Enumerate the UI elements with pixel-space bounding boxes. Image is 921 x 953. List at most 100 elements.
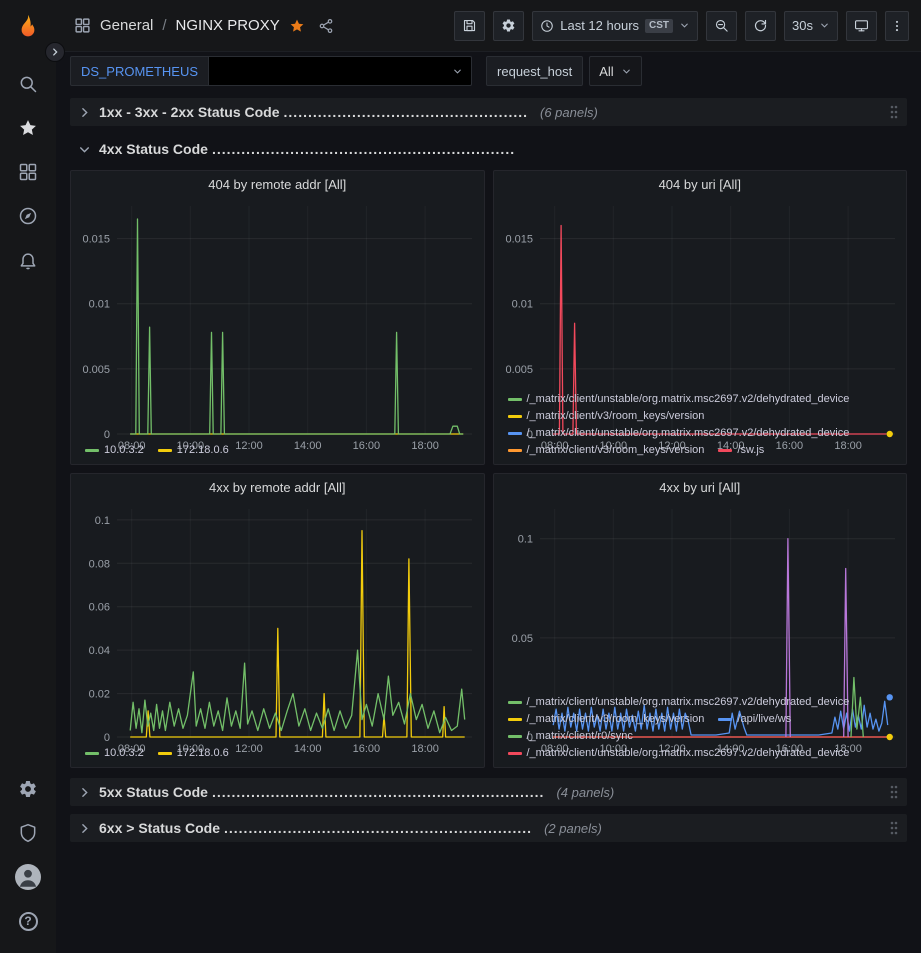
timeseries-chart[interactable]: 08:0010:0012:0014:0016:0018:0000.020.040…: [71, 501, 484, 745]
legend-item[interactable]: /_matrix/client/unstable/org.matrix.msc2…: [508, 747, 850, 759]
search-icon[interactable]: [6, 62, 50, 106]
panel-404-by-remote-addr: 404 by remote addr [All] 08:0010:0012:00…: [70, 170, 485, 465]
panel-title[interactable]: 404 by remote addr [All]: [71, 171, 484, 198]
svg-text:0.01: 0.01: [511, 299, 532, 311]
tv-mode-button[interactable]: [846, 11, 877, 41]
legend-item[interactable]: /_matrix/client/r0/sync: [508, 730, 633, 742]
zoom-out-button[interactable]: [706, 11, 737, 41]
chart-legend: 10.0.3.2 172.18.0.6: [71, 745, 484, 767]
row-1xx-3xx-2xx[interactable]: 1xx - 3xx - 2xx Status Code ............…: [70, 98, 907, 126]
dashboards-icon[interactable]: [6, 150, 50, 194]
svg-text:0.04: 0.04: [89, 645, 110, 657]
sidebar: ?: [0, 0, 56, 953]
legend-label: /_matrix/client/v3/room_keys/version: [527, 410, 705, 422]
panel-title[interactable]: 4xx by remote addr [All]: [71, 474, 484, 501]
request-host-variable-label: request_host: [486, 56, 583, 86]
svg-text:0.02: 0.02: [89, 689, 110, 701]
legend-label: /_matrix/client/v3/room_keys/version: [527, 713, 705, 725]
row-title: 6xx > Status Code: [99, 820, 220, 836]
legend-item[interactable]: 10.0.3.2: [85, 747, 144, 759]
timeseries-chart[interactable]: 08:0010:0012:0014:0016:0018:0000.0050.01…: [71, 198, 484, 442]
legend-item[interactable]: /_matrix/client/unstable/org.matrix.msc2…: [508, 427, 850, 439]
series-color-marker: [508, 701, 522, 704]
svg-text:0.015: 0.015: [505, 234, 533, 246]
row-title-leader: ........................................…: [224, 820, 532, 836]
row-title: 5xx Status Code: [99, 784, 208, 800]
row-drag-handle[interactable]: [889, 784, 899, 800]
time-range-picker[interactable]: Last 12 hours CST: [532, 11, 698, 41]
user-avatar[interactable]: [6, 855, 50, 899]
alerting-bell-icon[interactable]: [6, 238, 50, 282]
apps-grid-icon: [74, 17, 91, 34]
series-color-marker: [718, 718, 732, 721]
panel-title[interactable]: 404 by uri [All]: [494, 171, 907, 198]
row-drag-handle[interactable]: [889, 104, 899, 120]
legend-label: /_matrix/client/r0/sync: [527, 730, 633, 742]
legend-item[interactable]: /api/live/ws: [718, 713, 791, 725]
timeseries-chart[interactable]: 08:0010:0012:0014:0016:0018:0000.050.1: [494, 501, 907, 694]
dashboard-settings-button[interactable]: [493, 11, 524, 41]
series-color-marker: [158, 449, 172, 452]
legend-label: /_matrix/client/v3/room_keys/version: [527, 444, 705, 456]
legend-label: /_matrix/client/unstable/org.matrix.msc2…: [527, 393, 850, 405]
explore-compass-icon[interactable]: [6, 194, 50, 238]
series-color-marker: [85, 752, 99, 755]
timezone-badge: CST: [645, 19, 673, 33]
breadcrumb-folder[interactable]: General: [100, 17, 153, 34]
panel-title[interactable]: 4xx by uri [All]: [494, 474, 907, 501]
favorite-star-icon[interactable]: [289, 18, 305, 34]
svg-text:0: 0: [104, 732, 110, 744]
panel-404-by-uri: 404 by uri [All] 08:0010:0012:0014:0016:…: [493, 170, 908, 465]
legend-item[interactable]: /_matrix/client/v3/room_keys/version: [508, 713, 705, 725]
breadcrumb: General / NGINX PROXY: [74, 17, 334, 34]
legend-item[interactable]: /_matrix/client/unstable/org.matrix.msc2…: [508, 696, 850, 708]
series-color-marker: [85, 449, 99, 452]
series-color-marker: [508, 415, 522, 418]
legend-item[interactable]: /_matrix/client/unstable/org.matrix.msc2…: [508, 393, 850, 405]
request-host-variable-select[interactable]: All: [589, 56, 641, 86]
row-5xx[interactable]: 5xx Status Code ........................…: [70, 778, 907, 806]
chart-svg: 08:0010:0012:0014:0016:0018:0000.0050.01…: [71, 198, 484, 454]
sidebar-expand-toggle[interactable]: [45, 42, 65, 62]
server-admin-shield-icon[interactable]: [6, 811, 50, 855]
legend-item[interactable]: 172.18.0.6: [158, 747, 229, 759]
refresh-button[interactable]: [745, 11, 776, 41]
legend-item[interactable]: 10.0.3.2: [85, 444, 144, 456]
series-color-marker: [158, 752, 172, 755]
legend-item[interactable]: /_matrix/client/v3/room_keys/version: [508, 444, 705, 456]
svg-text:0.08: 0.08: [89, 558, 110, 570]
row-panel-count: (2 panels): [544, 821, 602, 836]
legend-label: 10.0.3.2: [104, 444, 144, 456]
row-4xx[interactable]: 4xx Status Code ........................…: [70, 134, 907, 164]
chart-svg: 08:0010:0012:0014:0016:0018:0000.020.040…: [71, 501, 484, 757]
grafana-logo[interactable]: [8, 8, 48, 48]
legend-label: 172.18.0.6: [177, 444, 229, 456]
save-dashboard-button[interactable]: [454, 11, 485, 41]
legend-label: /sw.js: [737, 444, 764, 456]
svg-text:0.06: 0.06: [89, 602, 110, 614]
legend-item[interactable]: /_matrix/client/v3/room_keys/version: [508, 410, 705, 422]
series-color-marker: [508, 398, 522, 401]
svg-text:0.1: 0.1: [95, 515, 110, 527]
dashboard-title[interactable]: NGINX PROXY: [176, 17, 280, 34]
help-icon[interactable]: ?: [6, 899, 50, 943]
refresh-interval-dropdown[interactable]: 30s: [784, 11, 838, 41]
share-icon[interactable]: [318, 18, 334, 34]
datasource-variable: DS_PROMETHEUS: [70, 56, 472, 86]
row-title: 1xx - 3xx - 2xx Status Code: [99, 104, 280, 120]
legend-item[interactable]: /sw.js: [718, 444, 764, 456]
chevron-right-icon: [78, 822, 91, 835]
svg-text:0.01: 0.01: [89, 299, 110, 311]
starred-dashboards-icon[interactable]: [6, 106, 50, 150]
time-range-label: Last 12 hours: [560, 18, 639, 33]
timeseries-chart[interactable]: 08:0010:0012:0014:0016:0018:0000.0050.01…: [494, 198, 907, 391]
row-panel-count: (4 panels): [556, 785, 614, 800]
row-6xx[interactable]: 6xx > Status Code ......................…: [70, 814, 907, 842]
datasource-variable-label: DS_PROMETHEUS: [70, 56, 208, 86]
kebab-menu-button[interactable]: [885, 11, 909, 41]
legend-item[interactable]: 172.18.0.6: [158, 444, 229, 456]
configuration-gear-icon[interactable]: [6, 767, 50, 811]
row-drag-handle[interactable]: [889, 820, 899, 836]
datasource-variable-select[interactable]: [208, 56, 472, 86]
series-color-marker: [508, 449, 522, 452]
